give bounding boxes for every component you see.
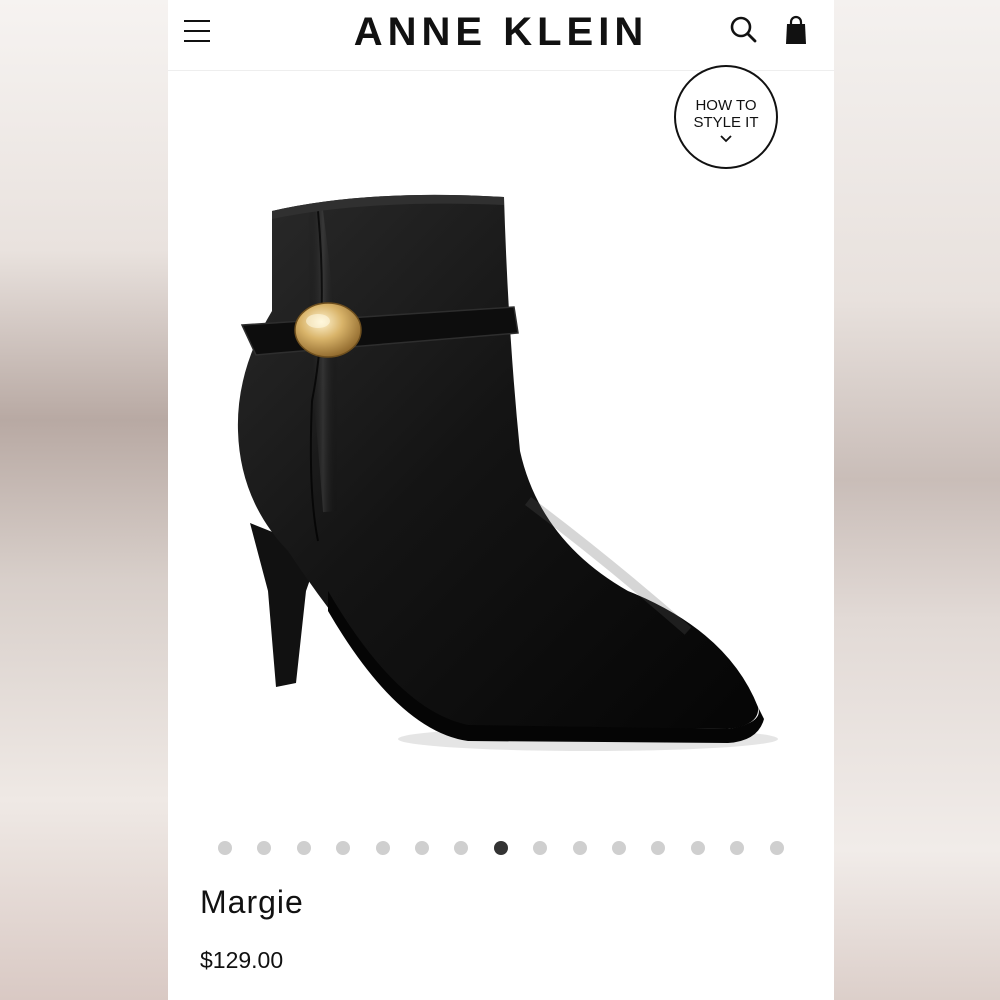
hamburger-line xyxy=(184,40,210,42)
hamburger-menu-icon xyxy=(184,20,210,22)
carousel-dot[interactable] xyxy=(296,841,311,855)
carousel-dot[interactable] xyxy=(454,841,469,855)
how-to-style-it-button[interactable]: HOW TO STYLE IT xyxy=(674,65,778,169)
menu-button[interactable] xyxy=(182,16,212,46)
carousel-dot[interactable] xyxy=(375,841,390,855)
carousel-dot[interactable] xyxy=(572,841,587,855)
carousel-dot[interactable] xyxy=(769,841,784,855)
background-left xyxy=(0,0,168,1000)
how-to-style-label: HOW TO STYLE IT xyxy=(676,97,776,131)
background-right xyxy=(834,0,1000,1000)
product-page: ANNE KLEIN HOW TO STYLE IT Margie $129.0… xyxy=(168,0,834,1000)
how-to-line1: HOW TO xyxy=(695,97,757,114)
bag-button[interactable] xyxy=(780,14,812,46)
search-icon xyxy=(730,16,757,43)
search-button[interactable] xyxy=(728,14,760,46)
carousel-dot[interactable] xyxy=(651,841,666,855)
chevron-down-icon xyxy=(720,135,732,143)
how-to-line2: STYLE IT xyxy=(693,114,759,131)
product-price: $129.00 xyxy=(200,947,284,973)
product-name: Margie xyxy=(200,884,304,920)
carousel-dot[interactable] xyxy=(690,841,705,855)
carousel-dot[interactable] xyxy=(533,841,548,855)
product-image xyxy=(237,194,778,751)
carousel-dot[interactable] xyxy=(336,841,351,855)
carousel-dot[interactable] xyxy=(612,841,626,855)
carousel-dot[interactable] xyxy=(257,841,272,855)
carousel-dot[interactable] xyxy=(218,841,232,855)
brand-logo[interactable]: ANNE KLEIN xyxy=(338,10,664,54)
carousel-pagination xyxy=(168,838,834,858)
product-image-area[interactable]: HOW TO STYLE IT xyxy=(168,65,834,811)
carousel-dot[interactable] xyxy=(415,841,429,855)
hamburger-line xyxy=(184,30,210,32)
carousel-dot[interactable] xyxy=(730,841,745,855)
site-header: ANNE KLEIN xyxy=(168,0,834,71)
shopping-bag-icon xyxy=(786,15,806,44)
carousel-dot-active[interactable] xyxy=(493,841,508,855)
